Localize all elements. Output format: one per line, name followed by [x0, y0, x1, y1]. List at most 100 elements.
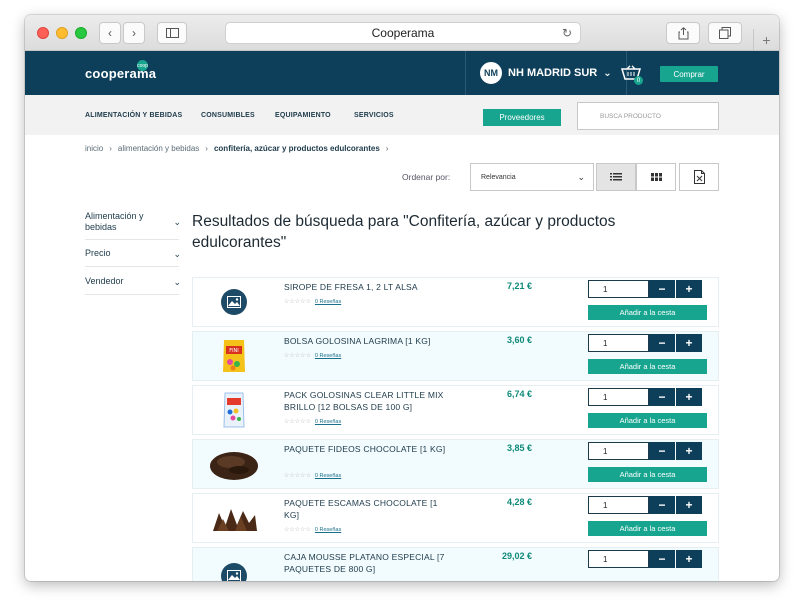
increase-quantity-button[interactable]: + [676, 550, 702, 568]
add-to-cart-button[interactable]: Añadir a la cesta [588, 305, 707, 320]
decrease-quantity-button[interactable]: − [649, 442, 675, 460]
filter-label: Alimentación y bebidas [85, 211, 144, 232]
add-to-cart-button[interactable]: Añadir a la cesta [588, 467, 707, 482]
product-row: FINI BOLSA GOLOSINA LAGRIMA [1 KG] ☆☆☆☆☆… [192, 331, 719, 381]
quantity-input[interactable]: 1 [588, 550, 649, 568]
quantity-input[interactable]: 1 [588, 442, 649, 460]
product-name[interactable]: PAQUETE ESCAMAS CHOCOLATE [1 KG] [284, 497, 454, 521]
suppliers-button[interactable]: Proveedores [483, 109, 561, 126]
buy-button[interactable]: Comprar [660, 66, 718, 82]
chocolate-flakes-icon [213, 509, 257, 531]
image-placeholder-icon [221, 563, 247, 581]
candy-bag-icon: FINI [223, 340, 245, 372]
minus-icon: − [658, 444, 666, 458]
minimize-window-button[interactable] [56, 27, 68, 39]
chocolate-sprinkles-icon [210, 452, 258, 480]
reviews-link[interactable]: 0 Reseñas [315, 473, 341, 479]
new-tab-button[interactable]: + [753, 29, 779, 51]
product-price: 29,02 € [501, 551, 532, 561]
filter-price[interactable]: Precio ⌄ [85, 248, 181, 267]
quantity-input[interactable]: 1 [588, 280, 649, 298]
product-name[interactable]: BOLSA GOLOSINA LAGRIMA [1 KG] [284, 335, 454, 347]
reviews-link[interactable]: 0 Reseñas [315, 419, 341, 425]
reviews-link[interactable]: 0 Reseñas [315, 353, 341, 359]
increase-quantity-button[interactable]: + [676, 388, 702, 406]
product-price: 4,28 € [506, 497, 532, 507]
chevron-down-icon: ⌄ [173, 277, 181, 287]
rating-stars: ☆☆☆☆☆ 0 Reseñas [284, 526, 341, 534]
sidebar-toggle-button[interactable] [157, 22, 187, 44]
quantity-input[interactable]: 1 [588, 496, 649, 514]
breadcrumb-home[interactable]: inicio [85, 144, 103, 153]
decrease-quantity-button[interactable]: − [649, 496, 675, 514]
results-heading: Resultados de búsqueda para "Confitería,… [192, 213, 616, 251]
browser-toolbar: ‹ › Cooperama ↻ + [25, 15, 779, 51]
share-button[interactable] [666, 22, 700, 44]
product-image[interactable]: FINI [209, 336, 259, 376]
increase-quantity-button[interactable]: + [676, 334, 702, 352]
chevron-left-icon: ‹ [108, 26, 112, 40]
minus-icon: − [658, 390, 666, 404]
address-bar-title: Cooperama [371, 26, 435, 40]
product-name[interactable]: PAQUETE FIDEOS CHOCOLATE [1 KG] [284, 443, 454, 455]
add-to-cart-button[interactable]: Añadir a la cesta [588, 413, 707, 428]
grid-view-button[interactable] [636, 163, 676, 191]
zoom-window-button[interactable] [75, 27, 87, 39]
sort-select[interactable]: Relevancia ⌄ [470, 163, 594, 191]
search-input[interactable]: BUSCA PRODUCTO [577, 102, 719, 130]
breadcrumb-current: confitería, azúcar y productos edulcoran… [213, 144, 380, 153]
plus-icon: + [685, 552, 693, 566]
breadcrumb-food-drinks[interactable]: alimentación y bebidas [118, 144, 199, 153]
product-image[interactable] [209, 282, 259, 322]
product-name[interactable]: SIROPE DE FRESA 1, 2 LT ALSA [284, 281, 454, 293]
list-view-button[interactable] [596, 163, 636, 191]
decrease-quantity-button[interactable]: − [649, 388, 675, 406]
close-window-button[interactable] [37, 27, 49, 39]
export-excel-button[interactable] [679, 163, 719, 191]
rating-stars: ☆☆☆☆☆ 0 Reseñas [284, 418, 341, 426]
plus-icon: + [685, 498, 693, 512]
quantity-input[interactable]: 1 [588, 388, 649, 406]
add-to-cart-button[interactable]: Añadir a la cesta [588, 359, 707, 374]
chevron-right-icon: › [132, 26, 136, 40]
back-button[interactable]: ‹ [99, 22, 121, 44]
forward-button[interactable]: › [123, 22, 145, 44]
increase-quantity-button[interactable]: + [676, 496, 702, 514]
reviews-link[interactable]: 0 Reseñas [315, 527, 341, 533]
product-image[interactable] [209, 498, 259, 538]
star-icon: ☆☆☆☆☆ [284, 473, 311, 479]
plus-icon: + [685, 444, 693, 458]
filter-seller[interactable]: Vendedor ⌄ [85, 276, 181, 295]
decrease-quantity-button[interactable]: − [649, 334, 675, 352]
reviews-link[interactable]: 0 Reseñas [315, 299, 341, 305]
nav-item-consumables[interactable]: CONSUMIBLES [201, 112, 255, 119]
increase-quantity-button[interactable]: + [676, 442, 702, 460]
excel-file-icon [693, 170, 705, 184]
minus-icon: − [658, 282, 666, 296]
product-image[interactable] [209, 556, 259, 581]
nav-item-services[interactable]: SERVICIOS [354, 112, 394, 119]
product-name[interactable]: PACK GOLOSINAS CLEAR LITTLE MIX BRILLO [… [284, 389, 454, 413]
product-name[interactable]: CAJA MOUSSE PLATANO ESPECIAL [7 PAQUETES… [284, 551, 454, 575]
product-price: 3,85 € [506, 443, 532, 453]
quantity-input[interactable]: 1 [588, 334, 649, 352]
user-menu[interactable]: NM NH MADRID SUR ⌄ [465, 51, 627, 95]
list-view-icon [610, 173, 622, 181]
nav-item-equipment[interactable]: EQUIPAMIENTO [275, 112, 331, 119]
reload-icon[interactable]: ↻ [562, 26, 572, 40]
product-image[interactable] [209, 390, 259, 430]
tabs-overview-button[interactable] [708, 22, 742, 44]
nav-item-food-drinks[interactable]: ALIMENTACIÓN Y BEBIDAS [85, 112, 182, 119]
product-image[interactable] [209, 444, 259, 484]
product-row: PAQUETE FIDEOS CHOCOLATE [1 KG] ☆☆☆☆☆ 0 … [192, 439, 719, 489]
address-bar[interactable]: Cooperama ↻ [225, 22, 581, 44]
filter-food-drinks[interactable]: Alimentación y bebidas ⌄ [85, 211, 181, 240]
user-name: NH MADRID SUR [508, 67, 598, 79]
decrease-quantity-button[interactable]: − [649, 550, 675, 568]
increase-quantity-button[interactable]: + [676, 280, 702, 298]
add-to-cart-button[interactable]: Añadir a la cesta [588, 521, 707, 536]
star-icon: ☆☆☆☆☆ [284, 299, 311, 305]
star-icon: ☆☆☆☆☆ [284, 527, 311, 533]
plus-icon: + [685, 336, 693, 350]
decrease-quantity-button[interactable]: − [649, 280, 675, 298]
